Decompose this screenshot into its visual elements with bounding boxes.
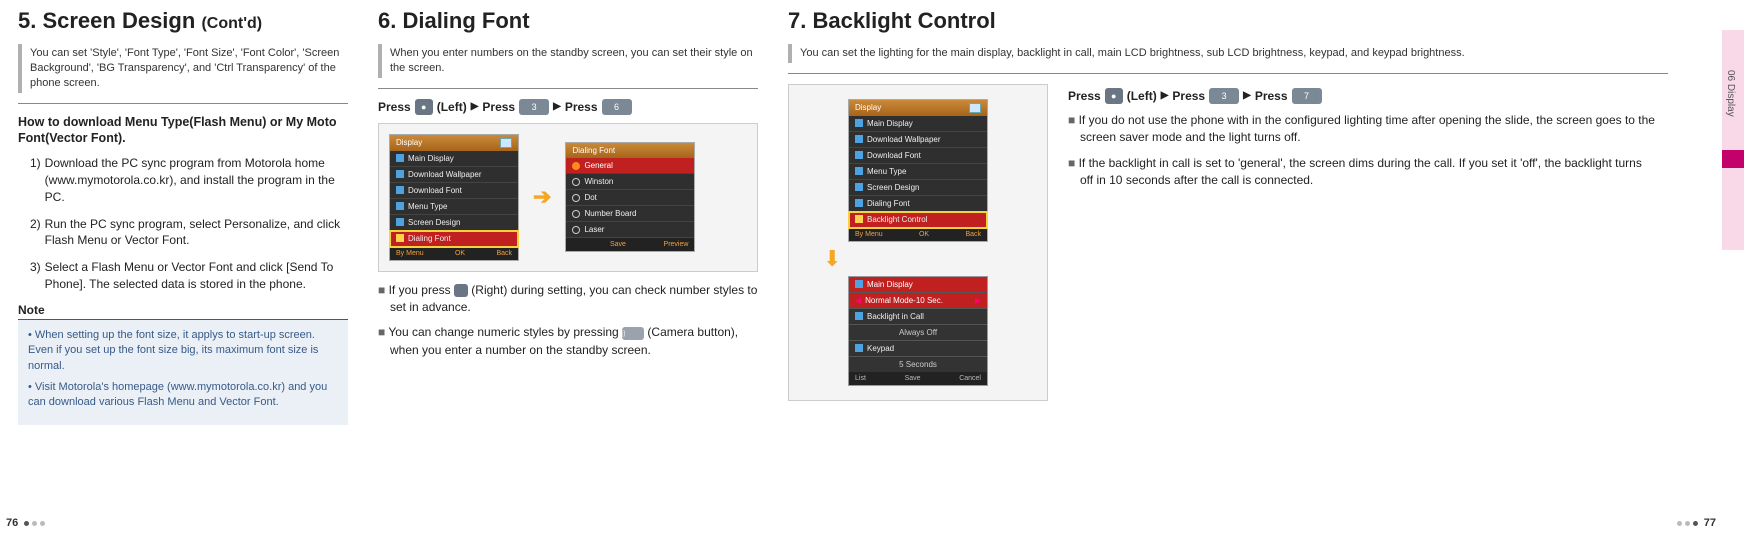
key-7-icon: 7: [1292, 88, 1322, 104]
section-6-screenshots: Display Main Display Download Wallpaper …: [378, 123, 758, 272]
note-2: Visit Motorola's homepage (www.mymotorol…: [28, 380, 338, 411]
monitor-icon: [969, 103, 981, 113]
step-3: 3)Select a Flash Menu or Vector Font and…: [30, 259, 348, 293]
submenu-row-selected: ◀Normal Mode-10 Sec.▶: [849, 292, 987, 308]
bullet-1: ■ If you press ● (Right) during setting,…: [378, 282, 758, 317]
submenu-value: Always Off: [849, 324, 987, 340]
section-5-intro: You can set 'Style', 'Font Type', 'Font …: [18, 44, 348, 93]
section-5-subhead: How to download Menu Type(Flash Menu) or…: [18, 114, 348, 148]
menu-item: Screen Design: [390, 215, 518, 231]
navkey-icon: ●: [415, 99, 433, 115]
menu-item: Download Font: [849, 148, 987, 164]
arrow-right-icon: ▶: [553, 101, 561, 112]
step-2: 2)Run the PC sync program, select Person…: [30, 216, 348, 250]
menu-item: Download Wallpaper: [849, 132, 987, 148]
chapter-tab-label: 06 Display: [1725, 70, 1736, 117]
menu-item-selected: Backlight Control: [849, 212, 987, 228]
chapter-tab: 06 Display: [1722, 30, 1744, 250]
option-item: Dot: [566, 190, 694, 206]
backlight-control-submenu: Main Display ◀Normal Mode-10 Sec.▶ Backl…: [848, 276, 988, 386]
section-7-press-sequence: Press ● (Left) ▶ Press 3 ▶ Press 7: [1068, 88, 1698, 104]
phone-display-menu: Display Main Display Download Wallpaper …: [389, 134, 519, 261]
phone-display-menu: Display Main Display Download Wallpaper …: [848, 99, 988, 242]
menu-item: Main Display: [390, 151, 518, 167]
phone-dialing-font-menu: Dialing Font General Winston Dot Number …: [565, 142, 695, 252]
menu-item-selected: Dialing Font: [390, 231, 518, 247]
note-1: When setting up the font size, it applys…: [28, 328, 338, 374]
section-7-screenshots: Display Main Display Download Wallpaper …: [788, 84, 1048, 401]
menu-item: Download Font: [390, 183, 518, 199]
submenu-header: Main Display: [849, 277, 987, 292]
note-heading: Note: [18, 303, 348, 320]
bullet-2: ■ You can change numeric styles by press…: [378, 324, 758, 359]
arrow-right-icon: ▶: [471, 101, 479, 112]
submenu-value: 5 Seconds: [849, 356, 987, 372]
menu-item: Menu Type: [849, 164, 987, 180]
option-selected: General: [566, 158, 694, 174]
section-7-intro: You can set the lighting for the main di…: [788, 44, 1668, 63]
arrow-right-icon: ➔: [533, 184, 551, 210]
option-item: Number Board: [566, 206, 694, 222]
page-dots-icon: [24, 521, 45, 526]
submenu-row: Keypad: [849, 340, 987, 356]
menu-item: Menu Type: [390, 199, 518, 215]
monitor-icon: [500, 138, 512, 148]
section-5: 5. Screen Design (Cont'd) You can set 'S…: [18, 8, 348, 425]
option-item: Winston: [566, 174, 694, 190]
arrow-right-icon: ▶: [1243, 90, 1251, 101]
divider: [788, 73, 1668, 74]
manual-spread: 5. Screen Design (Cont'd) You can set 'S…: [0, 0, 1744, 425]
page-number-right: 77: [1677, 517, 1716, 529]
submenu-row: Backlight in Call: [849, 308, 987, 324]
step-1: 1)Download the PC sync program from Moto…: [30, 155, 348, 205]
navkey-icon: ●: [454, 284, 468, 297]
section-6-notes: ■ If you press ● (Right) during setting,…: [378, 282, 758, 360]
section-7-title: 7. Backlight Control: [788, 8, 1698, 34]
divider: [378, 88, 758, 89]
menu-item: Screen Design: [849, 180, 987, 196]
section-5-steps: 1)Download the PC sync program from Moto…: [18, 155, 348, 293]
section-6-press-sequence: Press ● (Left) ▶ Press 3 ▶ Press 6: [378, 99, 758, 115]
section-7-text: Press ● (Left) ▶ Press 3 ▶ Press 7 ■ If …: [1068, 84, 1698, 198]
menu-item: Dialing Font: [849, 196, 987, 212]
menu-item: Download Wallpaper: [390, 167, 518, 183]
menu-item: Main Display: [849, 116, 987, 132]
key-3-icon: 3: [519, 99, 549, 115]
page-dots-icon: [1677, 521, 1698, 526]
option-item: Laser: [566, 222, 694, 238]
section-6: 6. Dialing Font When you enter numbers o…: [378, 8, 758, 425]
navkey-icon: ●: [1105, 88, 1123, 104]
section-5-title: 5. Screen Design (Cont'd): [18, 8, 348, 34]
bullet-1: ■ If you do not use the phone with in th…: [1068, 112, 1658, 147]
key-3-icon: 3: [1209, 88, 1239, 104]
page-number-left: 76: [6, 517, 45, 529]
camera-key-icon: ⌷: [622, 327, 644, 340]
section-6-title: 6. Dialing Font: [378, 8, 758, 34]
note-box: When setting up the font size, it applys…: [18, 320, 348, 425]
arrow-down-icon: ⬇: [823, 246, 1027, 272]
chapter-tab-marker: [1722, 150, 1744, 168]
section-6-intro: When you enter numbers on the standby sc…: [378, 44, 758, 78]
key-6-icon: 6: [602, 99, 632, 115]
bullet-2: ■ If the backlight in call is set to 'ge…: [1068, 155, 1658, 190]
divider: [18, 103, 348, 104]
arrow-right-icon: ▶: [1161, 90, 1169, 101]
section-7: 7. Backlight Control You can set the lig…: [788, 8, 1698, 425]
